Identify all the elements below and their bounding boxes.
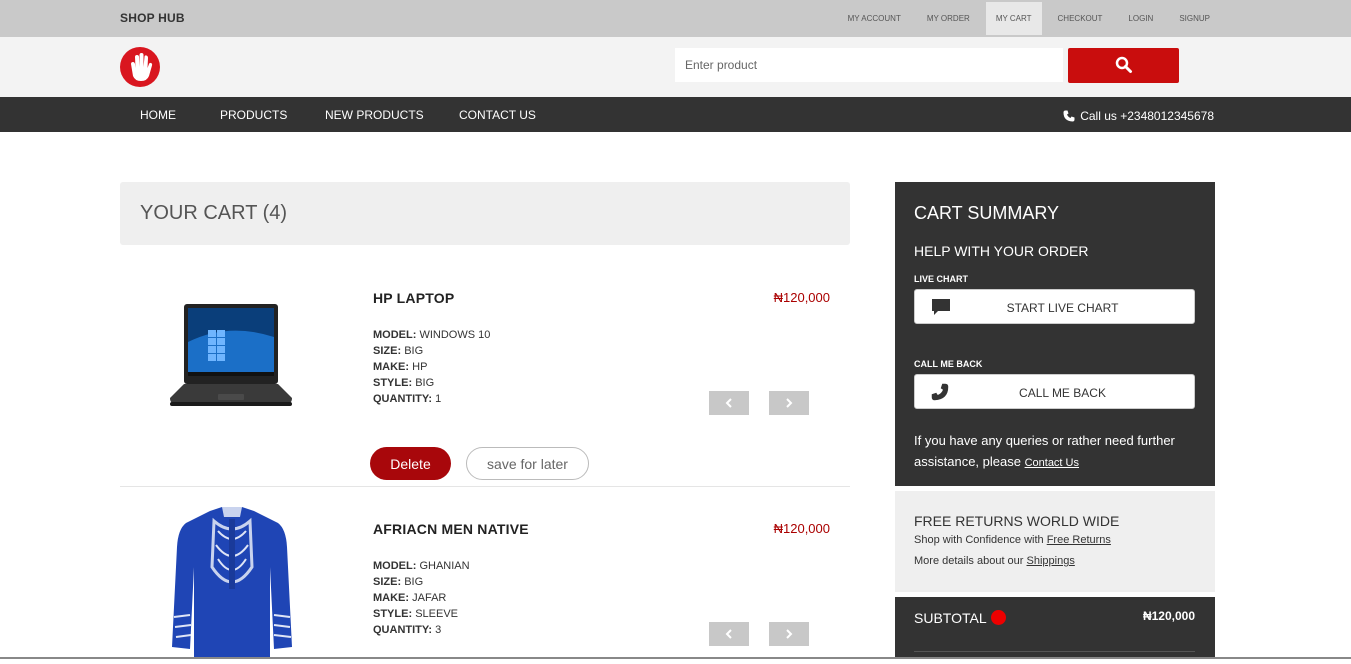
help-heading: HELP WITH YOUR ORDER [914,243,1089,259]
spec-quantity: QUANTITY: 1 [373,393,442,405]
subtotal-panel: SUBTOTAL ₦120,000 [895,597,1215,659]
header [0,37,1351,97]
free-returns-panel: FREE RETURNS WORLD WIDE Shop with Confid… [895,491,1215,592]
native-shirt-image [170,507,294,664]
hand-icon [131,53,153,81]
delete-button[interactable]: Delete [370,447,451,480]
my-order-link[interactable]: MY ORDER [917,2,980,35]
cart-summary: CART SUMMARY HELP WITH YOUR ORDER LIVE C… [895,182,1215,486]
spec-make: MAKE: JAFAR [373,592,447,604]
start-live-chat-button[interactable]: START LIVE CHART [914,289,1195,324]
subtotal-divider [914,651,1195,652]
logo[interactable] [120,47,160,87]
cart-header: YOUR CART (4) [120,182,850,245]
chevron-right-icon [786,398,793,408]
product-price: ₦120,000 [773,521,830,536]
product-name[interactable]: HP LAPTOP [373,290,454,306]
call-us: Call us +2348012345678 [1063,109,1214,123]
cart-item: AFRIACN MEN NATIVE ₦120,000 MODEL: GHANI… [120,491,850,659]
my-cart-link[interactable]: MY CART [985,2,1042,35]
cart-item: HP LAPTOP ₦120,000 MODEL: WINDOWS 10 SIZ… [120,260,850,490]
assistance-note: If you have any queries or rather need f… [914,433,1175,469]
account-links: MY ACCOUNT MY ORDER MY CART CHECKOUT LOG… [832,2,1220,35]
increase-quantity-button[interactable] [769,622,809,646]
contact-us-link[interactable]: Contact Us [1025,457,1079,469]
nav-products[interactable]: PRODUCTS [220,108,287,122]
live-chat-label: LIVE CHART [914,274,968,284]
chevron-left-icon [725,629,732,639]
decrease-quantity-button[interactable] [709,622,749,646]
nav-contact-us[interactable]: CONTACT US [459,108,536,122]
search-input[interactable] [675,48,1063,82]
laptop-image [168,302,294,415]
summary-title: CART SUMMARY [914,203,1060,223]
nav-new-products[interactable]: NEW PRODUCTS [325,108,424,122]
my-account-link[interactable]: MY ACCOUNT [838,2,911,35]
spec-size: SIZE: BIG [373,345,424,357]
returns-line-2: More details about our Shippings [914,555,1075,567]
brand-name[interactable]: SHOP HUB [120,11,185,25]
call-me-back-button[interactable]: CALL ME BACK [914,374,1195,409]
top-bar: SHOP HUB MY ACCOUNT MY ORDER MY CART CHE… [0,0,1351,37]
chevron-right-icon [786,629,793,639]
phone-icon [1063,110,1075,122]
login-link[interactable]: LOGIN [1118,2,1163,35]
search-button[interactable] [1068,48,1179,83]
product-price: ₦120,000 [773,290,830,305]
chevron-left-icon [725,398,732,408]
nav-home[interactable]: HOME [140,108,176,122]
spec-make: MAKE: HP [373,361,428,373]
search-icon [1115,56,1132,73]
subtotal-label: SUBTOTAL [914,610,987,626]
call-me-back-button-label: CALL ME BACK [1019,386,1106,400]
returns-title: FREE RETURNS WORLD WIDE [914,513,1120,529]
main-nav: HOME PRODUCTS NEW PRODUCTS CONTACT US Ca… [0,97,1351,132]
cart-title: YOUR CART (4) [140,202,288,224]
returns-line-1: Shop with Confidence with Free Returns [914,534,1111,546]
spec-size: SIZE: BIG [373,576,424,588]
product-specs: MODEL: WINDOWS 10 SIZE: BIG MAKE: HP STY… [373,327,490,407]
call-us-text: Call us +2348012345678 [1080,109,1214,123]
product-name[interactable]: AFRIACN MEN NATIVE [373,521,529,537]
spec-quantity: QUANTITY: 3 [373,624,442,636]
free-returns-link[interactable]: Free Returns [1047,534,1111,546]
start-live-chat-label: START LIVE CHART [1006,301,1119,315]
call-me-back-label: CALL ME BACK [914,359,983,369]
spec-model: MODEL: WINDOWS 10 [373,329,491,341]
subtotal-value: ₦120,000 [1142,609,1195,623]
spec-style: STYLE: SLEEVE [373,608,458,620]
spec-model: MODEL: GHANIAN [373,560,470,572]
product-specs: MODEL: GHANIAN SIZE: BIG MAKE: JAFAR STY… [373,558,470,638]
increase-quantity-button[interactable] [769,391,809,415]
decrease-quantity-button[interactable] [709,391,749,415]
signup-link[interactable]: SIGNUP [1169,2,1220,35]
status-dot-icon [991,610,1006,625]
shippings-link[interactable]: Shippings [1027,555,1075,567]
item-divider [120,486,850,487]
checkout-link[interactable]: CHECKOUT [1048,2,1113,35]
spec-style: STYLE: BIG [373,377,435,389]
save-for-later-button[interactable]: save for later [466,447,589,480]
